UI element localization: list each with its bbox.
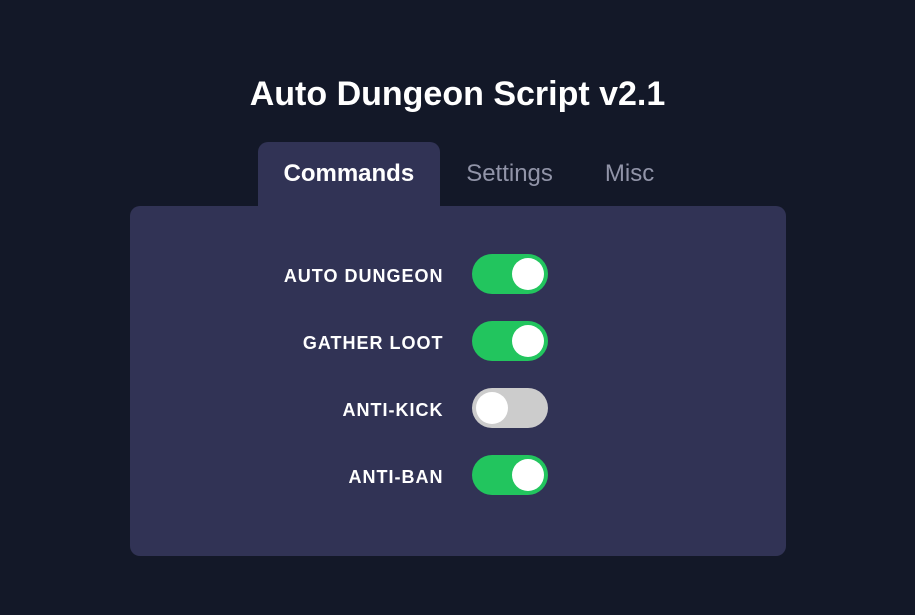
tab-label: Settings: [466, 160, 553, 187]
toggle-anti-ban[interactable]: [472, 455, 548, 495]
option-label-auto-dungeon: AUTO DUNGEON: [244, 266, 444, 287]
toggle-knob: [512, 258, 544, 290]
toggle-knob: [476, 392, 508, 424]
option-label-gather-loot: GATHER LOOT: [244, 333, 444, 354]
option-label-anti-ban: ANTI-BAN: [244, 467, 444, 488]
toggle-knob: [512, 325, 544, 357]
tab-label: Misc: [605, 160, 654, 187]
toggle-auto-dungeon[interactable]: [472, 254, 548, 294]
toggle-anti-kick[interactable]: [472, 388, 548, 428]
option-row: ANTI-KICK: [130, 388, 786, 433]
options-panel: AUTO DUNGEON GATHER LOOT ANTI-KICK: [130, 206, 786, 556]
option-row: ANTI-BAN: [130, 455, 786, 500]
option-label-anti-kick: ANTI-KICK: [244, 400, 444, 421]
option-row: GATHER LOOT: [130, 321, 786, 366]
tab-commands[interactable]: Commands: [258, 142, 441, 206]
toggle-gather-loot[interactable]: [472, 321, 548, 361]
tab-settings[interactable]: Settings: [440, 142, 579, 206]
option-row: AUTO DUNGEON: [130, 254, 786, 299]
page-title: Auto Dungeon Script v2.1: [0, 0, 915, 142]
main-container: Commands Settings Misc AUTO DUNGEON GATH…: [130, 142, 786, 556]
toggle-knob: [512, 459, 544, 491]
tab-misc[interactable]: Misc: [579, 142, 680, 206]
tab-label: Commands: [284, 160, 415, 187]
tabs-bar: Commands Settings Misc: [130, 142, 786, 206]
